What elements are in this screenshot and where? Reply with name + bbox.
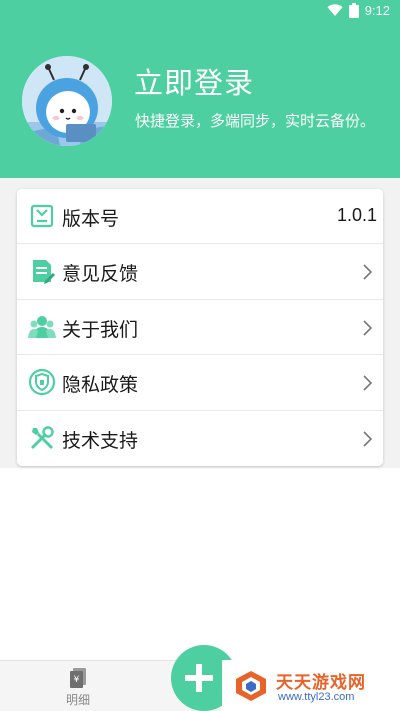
avatar[interactable] — [22, 56, 112, 146]
tab-detail[interactable]: ¥ 明细 — [58, 667, 98, 708]
wifi-icon — [327, 4, 343, 17]
version-icon — [28, 202, 56, 230]
menu-item-label: 版本号 — [62, 208, 120, 230]
chevron-right-icon — [363, 375, 372, 391]
menu-item-privacy-policy[interactable]: 隐私政策 — [17, 355, 383, 411]
status-time: 9:12 — [364, 3, 390, 18]
menu-item-label: 关于我们 — [62, 318, 139, 341]
settings-menu-card: 版本号 1.0.1 意见反馈 关于我们 隐私政策 技术支持 — [17, 189, 383, 466]
status-icons: 9:12 — [327, 3, 390, 18]
menu-item-tech-support[interactable]: 技术支持 — [17, 411, 383, 466]
login-subtitle: 快捷登录，多端同步，实时云备份。 — [135, 112, 376, 130]
status-bar: 9:12 — [0, 0, 400, 24]
yuan-glyph: ¥ — [74, 675, 80, 685]
privacy-shield-icon — [28, 368, 56, 396]
ledger-icon: ¥ — [70, 668, 86, 688]
avatar-character-icon — [22, 56, 112, 146]
menu-item-feedback[interactable]: 意见反馈 — [17, 244, 383, 300]
battery-icon — [348, 3, 359, 18]
watermark-url: www.ttyl23.com — [278, 691, 355, 703]
version-number: 1.0.1 — [336, 205, 377, 225]
tab-detail-label: 明细 — [65, 693, 90, 707]
feedback-icon — [28, 257, 56, 285]
tools-icon — [28, 424, 56, 452]
chevron-right-icon — [363, 320, 372, 336]
menu-item-about-us[interactable]: 关于我们 — [17, 300, 383, 356]
menu-item-label: 隐私政策 — [62, 374, 139, 397]
profile-header: 立即登录 快捷登录，多端同步，实时云备份。 — [0, 24, 400, 178]
menu-item-version[interactable]: 版本号 1.0.1 — [17, 189, 383, 245]
site-watermark: 天天游戏网 www.ttyl23.com — [222, 660, 400, 711]
menu-item-label: 技术支持 — [62, 429, 139, 452]
chevron-right-icon — [363, 264, 372, 280]
login-title[interactable]: 立即登录 — [134, 60, 254, 102]
about-us-icon — [28, 313, 56, 341]
chevron-right-icon — [363, 430, 372, 447]
watermark-logo-icon — [236, 671, 266, 701]
watermark-title: 天天游戏网 — [276, 673, 366, 693]
menu-item-label: 意见反馈 — [62, 263, 139, 286]
